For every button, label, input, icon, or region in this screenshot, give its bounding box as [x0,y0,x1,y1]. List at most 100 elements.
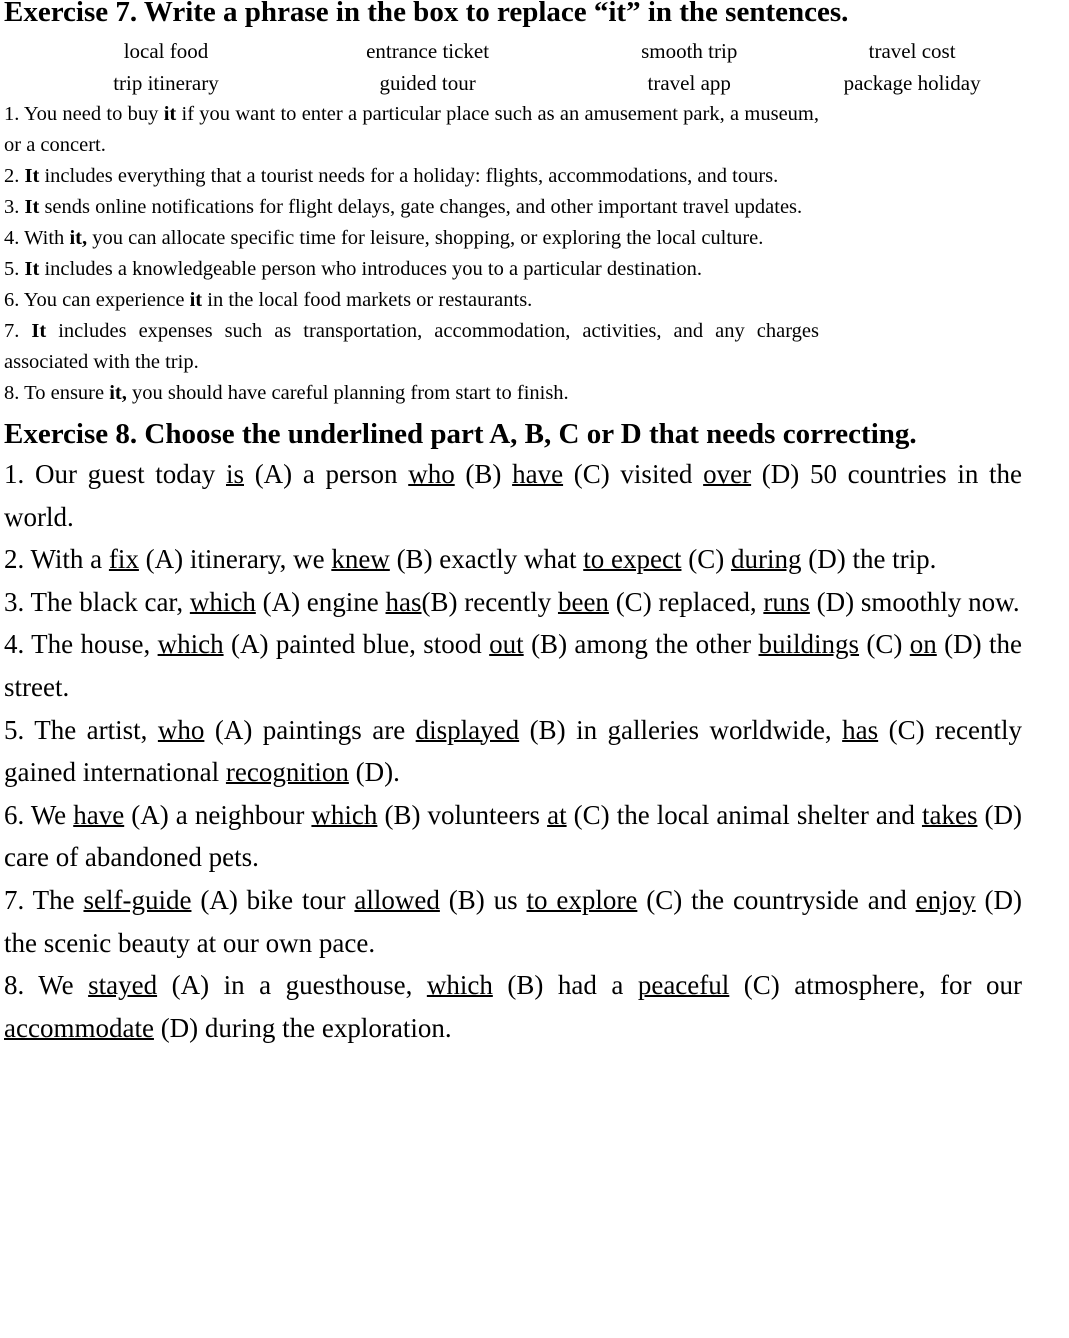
exercise-8-question-item: 8. We stayed (A) in a guesthouse, which … [4,964,1022,1049]
exercise-8-question-text-span: (C) [681,544,731,575]
exercise-8-question-item: 1. Our guest today is (A) a person who (… [4,453,1022,538]
exercise-7-question-text-span: With [19,227,70,249]
exercise-8-question-underlined-span: which [426,970,493,1001]
exercise-8-question-text-span: (C) visited [563,459,704,489]
exercise-8-question-underlined-span: stayed [88,970,158,1001]
word-bank-item: entrance ticket [366,39,490,63]
exercise-8-question-text-span: (A) itinerary, we [138,544,332,575]
exercise-8-question-text-span: (B) in galleries worldwide, [519,714,843,745]
exercise-7-question-item-number: 5. [4,258,20,280]
word-bank: local food entrance ticket smooth trip t… [0,35,1069,99]
exercise-8-question-item-number: 7. [4,884,25,915]
exercise-7-question-item: 3. It sends online notifications for fli… [4,192,819,223]
exercise-8-question-underlined-span: peaceful [637,970,730,1001]
exercise-8-question-text-span: (C) atmosphere, for our [729,970,1022,1001]
exercise-8-question-text-span: (B) volunteers [377,799,548,830]
exercise-7-question-text-span: includes expenses such as transportation… [4,320,819,373]
exercise-7-question-text-span: you should have careful planning from st… [126,382,569,404]
exercise-8-question-text-span: (D) smoothly now. [809,586,1020,617]
exercise-7-question-text-span: To ensure [19,382,110,404]
exercise-8-question-underlined-span: enjoy [915,884,976,915]
exercise-7-question-bold-span: It [31,320,47,342]
exercise-8-question-underlined-span: to explore [526,884,638,915]
exercise-8-question-item-number: 5. [4,714,25,745]
exercise-8-question-underlined-span: displayed [415,714,520,745]
exercise-8-question-underlined-span: have [73,799,125,830]
exercise-8-question-underlined-span: takes [921,799,978,830]
exercise-7-heading: Exercise 7. Write a phrase in the box to… [4,0,849,28]
exercise-8-question-text-span: (B) had a [492,970,638,1001]
exercise-8-question-text-span: (B) us [439,884,527,915]
exercise-7-question-bold-span: It [24,165,40,187]
word-bank-item: local food [123,39,209,63]
exercise-8-question-text-span: We [24,970,89,1001]
exercise-8-question-underlined-span: self-guide [83,884,192,915]
word-bank-item: guided tour [379,71,476,95]
exercise-8-question-text-span: The [24,884,84,915]
exercise-8-question-text-span: (C) [859,629,910,660]
exercise-8-question-item: 5. The artist, who (A) paintings are dis… [4,709,1022,794]
exercise-7-question-bold-span: It [24,196,40,218]
exercise-7-question-text-span: includes everything that a tourist needs… [39,165,779,187]
exercise-8-question-underlined-span: to expect [583,544,682,575]
exercise-7-question-item-number: 3. [4,196,20,218]
exercise-7-question-item-number: 6. [4,289,20,311]
exercise-8-question-underlined-span: which [157,629,224,660]
exercise-8-question-item-number: 6. [4,799,25,830]
exercise-8-question-underlined-span: recognition [225,757,349,788]
exercise-8-question-text-span: (A) a neighbour [124,799,312,830]
word-bank-item: travel cost [868,39,956,63]
exercise-8-question-text-span: (A) engine [255,586,386,617]
exercise-8-question-text-span: (C) the local animal shelter and [566,799,922,830]
exercise-8-question-text-span: (A) bike tour [191,884,355,915]
exercise-7-question-item: 8. To ensure it, you should have careful… [4,378,819,409]
exercise-7-question-item-number: 1. [4,103,20,125]
exercise-8-question-underlined-span: have [512,459,564,489]
exercise-8-question-underlined-span: has [385,586,422,617]
exercise-8-question-text-span: (A) paintings are [204,714,416,745]
exercise-8-question-text-span: We [24,799,74,830]
exercise-7-question-bold-span: it [163,103,177,125]
exercise-8-question-underlined-span: over [703,459,752,489]
exercise-8-question-underlined-span: allowed [354,884,440,915]
exercise-8-question-text-span: The artist, [24,714,158,745]
exercise-8-question-text-span: Our guest today [24,459,226,489]
exercise-8-question-text-span: (B) among the other [523,629,759,660]
exercise-8-question-underlined-span: has [842,714,879,745]
exercise-8-question-item: 3. The black car, which (A) engine has(B… [4,581,1022,624]
exercise-7-question-item: 6. You can experience it in the local fo… [4,285,819,316]
exercise-7-question-text-span: you can allocate specific time for leisu… [87,227,764,249]
exercise-8-question-item: 6. We have (A) a neighbour which (B) vol… [4,794,1022,879]
exercise-8-question-text-span: The black car, [24,586,190,617]
exercise-7-question-list: 1. You need to buy it if you want to ent… [0,99,1069,409]
word-bank-row: trip itinerary guided tour travel app pa… [40,67,1009,99]
word-bank-item: package holiday [843,71,981,95]
exercise-7-question-bold-span: it [189,289,203,311]
exercise-8-question-text-span: (B) recently [421,586,558,617]
exercise-8-question-item-number: 1. [4,459,25,489]
exercise-7-question-bold-span: it, [69,227,88,249]
exercise-7-question-text-span: You need to buy [19,103,164,125]
exercise-8-question-text-span: (C) the countryside and [637,884,916,915]
exercise-8-question-underlined-span: who [408,459,455,489]
exercise-8-question-text-span: (D). [348,757,400,788]
exercise-8-question-text-span: (D) the trip. [801,544,937,575]
exercise-8-question-item-number: 2. [4,544,25,575]
exercise-7-question-text-span: You can experience [19,289,190,311]
worksheet-page: Exercise 7. Write a phrase in the box to… [0,0,1069,1332]
exercise-8-question-text-span: (A) a person [244,459,409,489]
exercise-8-question-text-span: (B) exactly what [389,544,584,575]
exercise-7-question-item-number: 7. [4,320,20,342]
exercise-8-question-text-span: The house, [24,629,158,660]
exercise-8-question-item: 2. With a fix (A) itinerary, we knew (B)… [4,538,1022,581]
exercise-8-question-underlined-span: during [730,544,802,575]
exercise-8-question-text-span: With a [24,544,109,575]
exercise-8-question-underlined-span: is [225,459,244,489]
exercise-7-question-item-number: 2. [4,165,20,187]
exercise-8-question-underlined-span: runs [763,586,810,617]
word-bank-item: trip itinerary [113,71,219,95]
word-bank-row: local food entrance ticket smooth trip t… [40,35,1009,67]
exercise-7-question-text-span: in the local food markets or restaurants… [202,289,533,311]
exercise-8-question-item: 4. The house, which (A) painted blue, st… [4,623,1022,708]
exercise-8-question-item-number: 4. [4,629,25,660]
